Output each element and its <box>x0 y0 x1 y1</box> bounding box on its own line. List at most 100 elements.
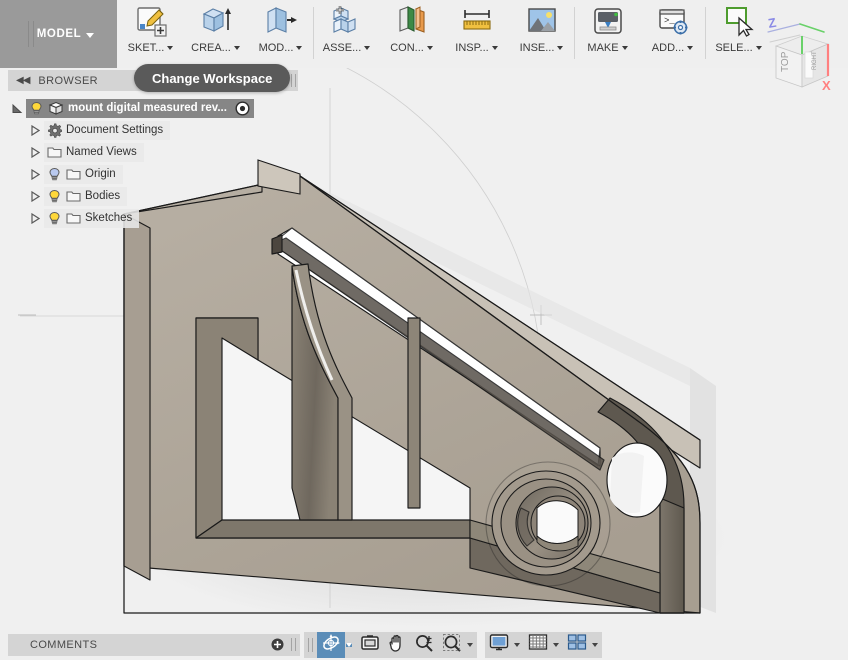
slot-end-tab <box>271 234 283 255</box>
chevron-down-icon[interactable] <box>296 46 303 50</box>
toolbar-construct-button[interactable]: CON... <box>379 0 444 68</box>
toolbar-add-ins-button[interactable]: >_ ADD... <box>640 0 705 68</box>
toolbar-modify-label: MOD... <box>259 42 303 54</box>
nav-orbit-chevron-down-icon[interactable] <box>346 643 352 647</box>
folder-icon <box>66 167 81 181</box>
light-bulb-icon[interactable] <box>47 211 62 226</box>
view-cube[interactable]: Z TOP RIGHT X <box>756 2 842 94</box>
toolbar-modify-button[interactable]: MOD... <box>248 0 313 68</box>
browser-item-chip[interactable]: mount digital measured rev... <box>26 98 254 118</box>
toolbar-create-button[interactable]: CREA... <box>183 0 248 68</box>
nav-viewport-layout-chevron-down-icon[interactable] <box>592 643 598 647</box>
window-wall-bottom <box>195 519 471 539</box>
browser-item-chip[interactable]: Bodies <box>44 186 128 206</box>
tree-twisty-collapsed-icon[interactable] <box>26 212 44 224</box>
comments-panel[interactable]: COMMENTS <box>8 634 300 656</box>
browser-item-chip[interactable]: Sketches <box>44 208 140 228</box>
toolbar-insert-label: INSE... <box>520 42 564 54</box>
toolbar-label-text: INSP... <box>455 42 489 54</box>
chevron-down-icon[interactable] <box>167 46 174 50</box>
tree-twisty-expanded-icon[interactable] <box>8 103 26 114</box>
chevron-down-icon[interactable] <box>233 46 240 50</box>
nav-orbit-button[interactable] <box>317 632 345 658</box>
nav-pan-button[interactable] <box>384 632 410 658</box>
browser-item-chip[interactable]: Named Views <box>44 142 144 162</box>
chevron-down-icon[interactable] <box>621 46 628 50</box>
left-leg-edge <box>123 213 151 581</box>
navigation-bar <box>304 632 602 658</box>
viewcube-right-label: RIGHT <box>812 51 818 70</box>
tree-twisty-collapsed-icon[interactable] <box>26 190 44 202</box>
chevron-down-icon[interactable] <box>687 46 694 50</box>
nav-display-settings-button[interactable] <box>485 632 513 658</box>
nav-fit-chevron-down-icon[interactable] <box>467 643 473 647</box>
toolbar-inspect-button[interactable]: INSP... <box>444 0 509 68</box>
nav-zoom-button[interactable] <box>410 632 438 658</box>
comments-resize-grip[interactable] <box>291 638 296 651</box>
chevron-down-icon[interactable] <box>364 46 371 50</box>
nav-grid-and-snaps-chevron-down-icon[interactable] <box>553 643 559 647</box>
browser-item-chip[interactable]: Document Settings <box>44 120 171 140</box>
grid-icon <box>528 633 548 657</box>
nav-display-settings-chevron-down-icon[interactable] <box>514 643 520 647</box>
toolbar-inspect-label: INSP... <box>455 42 498 54</box>
browser-item-named-views[interactable]: Named Views <box>8 141 298 163</box>
toolbar-sketch-button[interactable]: SKET... <box>118 0 183 68</box>
nav-grid-and-snaps-button[interactable] <box>524 632 552 658</box>
right-side-wall <box>659 497 685 614</box>
toolbar-insert-button[interactable]: INSE... <box>509 0 574 68</box>
browser-item-label: mount digital measured rev... <box>68 102 227 114</box>
toolbar-label-text: MOD... <box>258 42 294 54</box>
toolbar-make-button[interactable]: MAKE <box>575 0 640 68</box>
nav-fit-button[interactable] <box>438 632 466 658</box>
activate-component-icon[interactable] <box>235 100 250 116</box>
light-bulb-icon[interactable] <box>47 167 62 182</box>
chevron-down-icon[interactable] <box>491 46 498 50</box>
toolbar-create-label: CREA... <box>191 42 240 54</box>
nav-viewport-layout-button[interactable] <box>563 632 591 658</box>
chevron-down-icon[interactable] <box>426 46 433 50</box>
tree-twisty-collapsed-icon[interactable] <box>26 146 44 158</box>
navbar-grip[interactable] <box>308 638 313 652</box>
toolbar-label-text: MAKE <box>587 42 619 54</box>
browser-item-label: Sketches <box>85 212 133 224</box>
browser-title: BROWSER <box>38 74 99 87</box>
zoom-magnifier-icon <box>414 633 434 658</box>
fusion-360-window: MODEL SKET... CREA... MOD... ASSE... CON… <box>0 0 848 660</box>
axis-z-label: Z <box>767 15 777 31</box>
browser-item-label: Origin <box>85 168 116 180</box>
gear-icon <box>47 123 63 138</box>
toolbar-make-label: MAKE <box>587 42 628 54</box>
chevron-down-icon[interactable] <box>557 46 564 50</box>
light-bulb-icon[interactable] <box>29 101 44 116</box>
tree-twisty-collapsed-icon[interactable] <box>26 168 44 180</box>
toolbar-select-label: SELE... <box>715 42 762 54</box>
browser-item-bodies[interactable]: Bodies <box>8 185 298 207</box>
plus-circle-icon[interactable] <box>271 638 284 656</box>
nav-look-at-button[interactable] <box>356 632 384 658</box>
3d-print-icon <box>591 4 625 38</box>
tooltip-text: Change Workspace <box>152 70 273 86</box>
main-toolbar: MODEL SKET... CREA... MOD... ASSE... CON… <box>0 0 848 93</box>
bottom-bar: COMMENTS <box>0 630 848 660</box>
grip-handle <box>28 21 34 47</box>
double-chevron-left-icon[interactable]: ◀◀ <box>16 75 30 86</box>
rib-secondary <box>407 317 421 509</box>
orbit-icon <box>321 633 341 658</box>
toolbar-assemble-button[interactable]: ASSE... <box>314 0 379 68</box>
tree-twisty-collapsed-icon[interactable] <box>26 124 44 136</box>
browser-item-sketches[interactable]: Sketches <box>8 207 298 229</box>
light-bulb-icon[interactable] <box>47 189 62 204</box>
browser-item-origin[interactable]: Origin <box>8 163 298 185</box>
browser-item-chip[interactable]: Origin <box>44 164 123 184</box>
browser-item-root-component[interactable]: mount digital measured rev... <box>8 97 298 119</box>
toolbar-assemble-label: ASSE... <box>323 42 371 54</box>
pan-hand-icon <box>388 633 406 658</box>
browser-item-document-settings[interactable]: Document Settings <box>8 119 298 141</box>
workspace-switcher[interactable]: MODEL <box>0 0 118 68</box>
browser-item-label: Bodies <box>85 190 121 202</box>
toolbar-label-text: SKET... <box>127 42 165 54</box>
toolbar-construct-label: CON... <box>390 42 433 54</box>
chevron-down-icon <box>86 32 95 38</box>
panel-resize-grip[interactable] <box>291 74 296 87</box>
